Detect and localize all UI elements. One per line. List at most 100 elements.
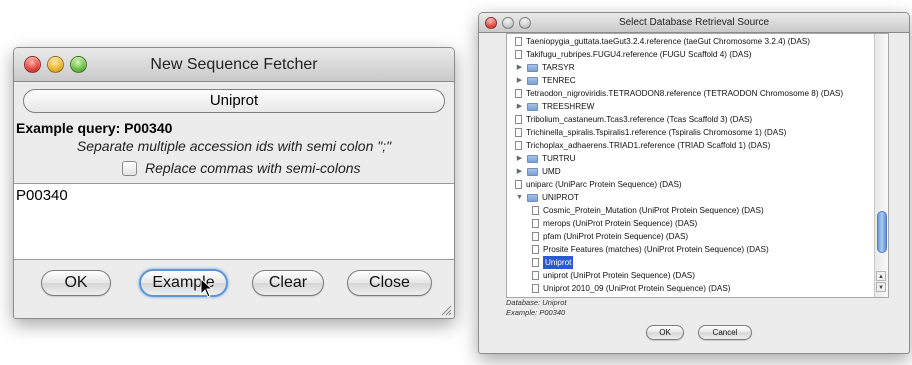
tree-item-label: Cosmic_Protein_Mutation (UniProt Protein… <box>543 206 764 215</box>
tree-item[interactable]: Uniprot 2010_09 (UniProt Protein Sequenc… <box>532 282 731 295</box>
tree-item-label: TARSYR <box>542 63 575 72</box>
tree-item-label: Tribolium_castaneum.Tcas3.reference (Tca… <box>526 115 753 124</box>
tree-folder[interactable]: ▼ UNIPROT <box>515 191 579 204</box>
database-source-window: Select Database Retrieval Source Taeniop… <box>478 12 910 354</box>
expand-arrow-icon[interactable]: ▶ <box>515 165 524 178</box>
separator-hint: Separate multiple accession ids with sem… <box>76 138 392 154</box>
window-controls <box>24 48 87 81</box>
tree-folder[interactable]: ▶ TARSYR <box>515 61 575 74</box>
expand-arrow-icon[interactable]: ▶ <box>515 100 524 113</box>
tree-item[interactable]: pfam (UniProt Protein Sequence) (DAS) <box>532 230 688 243</box>
window-controls <box>485 13 531 32</box>
sequence-fetcher-window: New Sequence Fetcher Uniprot Example que… <box>13 47 455 319</box>
document-icon <box>515 141 522 150</box>
zoom-window-icon[interactable] <box>70 56 87 73</box>
document-icon <box>515 115 522 124</box>
tree-folder[interactable]: ▶ TREESHREW <box>515 100 595 113</box>
tree-item[interactable]: Prosite Features (matches) (UniProt Prot… <box>532 243 769 256</box>
folder-icon <box>527 76 538 85</box>
tree-item-label: TREESHREW <box>542 102 595 111</box>
collapse-arrow-icon[interactable]: ▼ <box>515 191 524 204</box>
ok-button[interactable]: OK <box>646 325 684 340</box>
replace-commas-label: Replace commas with semi-colons <box>145 160 361 176</box>
tree-folder[interactable]: ▶ UMD <box>515 165 561 178</box>
close-window-icon[interactable] <box>24 56 41 73</box>
zoom-window-icon[interactable] <box>519 16 531 29</box>
tree-item-label: merops (UniProt Protein Sequence) (DAS) <box>543 219 698 228</box>
resize-grip-icon[interactable] <box>440 304 452 316</box>
document-icon <box>532 271 539 280</box>
tree-item-label: Uniprot <box>543 256 574 269</box>
document-icon <box>515 50 522 59</box>
expand-arrow-icon[interactable]: ▶ <box>515 74 524 87</box>
database-source-button[interactable]: Uniprot <box>23 89 445 113</box>
tree-item-label: Trichoplax_adhaerens.TRIAD1.reference (T… <box>526 141 771 150</box>
dbsource-titlebar[interactable]: Select Database Retrieval Source <box>479 13 909 33</box>
document-icon <box>515 128 522 137</box>
tree-item-label: TENREC <box>542 76 576 85</box>
tree-scrollbar[interactable]: ▲ ▼ <box>874 34 888 297</box>
document-icon <box>515 180 522 189</box>
tree-item[interactable]: Takifugu_rubripes.FUGU4.reference (FUGU … <box>515 48 752 61</box>
tree-item-label: Trichinella_spiralis.Tspiralis1.referenc… <box>526 128 787 137</box>
document-icon <box>532 219 539 228</box>
tree-item[interactable]: uniprot (UniProt Protein Sequence) (DAS) <box>532 269 695 282</box>
replace-commas-checkbox[interactable] <box>122 160 137 176</box>
clear-button[interactable]: Clear <box>252 270 324 296</box>
document-icon <box>532 245 539 254</box>
minimize-window-icon[interactable] <box>47 56 64 73</box>
expand-arrow-icon[interactable]: ▶ <box>515 61 524 74</box>
selected-database-label: Database: Uniprot <box>506 298 567 307</box>
scroll-down-arrow-icon[interactable]: ▼ <box>876 282 886 292</box>
expand-arrow-icon[interactable]: ▶ <box>515 152 524 165</box>
tree-item[interactable]: Trichoplax_adhaerens.TRIAD1.reference (T… <box>515 139 770 152</box>
scroll-up-arrow-icon[interactable]: ▲ <box>876 271 886 281</box>
document-icon <box>532 284 539 293</box>
folder-icon <box>527 154 538 163</box>
folder-icon <box>527 102 538 111</box>
document-icon <box>532 232 539 241</box>
tree-item-label: UNIPROT <box>542 193 579 202</box>
tree-item[interactable]: Uniprot <box>532 256 574 269</box>
close-window-icon[interactable] <box>485 16 497 29</box>
example-query-label: Example query: P00340 <box>16 120 173 136</box>
tree-item[interactable]: Tribolium_castaneum.Tcas3.reference (Tca… <box>515 113 752 126</box>
folder-icon <box>527 167 538 176</box>
folder-icon <box>527 193 538 202</box>
tree-folder[interactable]: ▶ TENREC <box>515 74 576 87</box>
tree-item-label: Tetraodon_nigroviridis.TETRAODON8.refere… <box>526 89 844 98</box>
tree-item[interactable]: Tetraodon_nigroviridis.TETRAODON8.refere… <box>515 87 843 100</box>
tree-item[interactable]: Taeniopygia_guttata.taeGut3.2.4.referenc… <box>515 35 810 48</box>
document-icon <box>532 206 539 215</box>
fetcher-title: New Sequence Fetcher <box>150 56 318 73</box>
mouse-cursor-icon <box>200 278 214 298</box>
replace-commas-option[interactable]: Replace commas with semi-colons <box>122 160 361 176</box>
tree-item-label: UMD <box>542 167 561 176</box>
minimize-window-icon[interactable] <box>502 16 514 29</box>
cancel-button[interactable]: Cancel <box>698 325 752 340</box>
tree-item-label: Taeniopygia_guttata.taeGut3.2.4.referenc… <box>526 37 810 46</box>
scrollbar-thumb[interactable] <box>877 211 887 253</box>
fetcher-button-bar: OK Example Clear Close <box>14 269 454 300</box>
dbsource-title: Select Database Retrieval Source <box>618 17 770 28</box>
tree-item[interactable]: uniparc (UniParc Protein Sequence) (DAS) <box>515 178 682 191</box>
tree-item-label: uniprot (UniProt Protein Sequence) (DAS) <box>543 271 695 280</box>
tree-item-label: Prosite Features (matches) (UniProt Prot… <box>543 245 769 254</box>
selected-example-label: Example: P00340 <box>506 308 566 317</box>
tree-item[interactable]: merops (UniProt Protein Sequence) (DAS) <box>532 217 697 230</box>
tree-item-label: pfam (UniProt Protein Sequence) (DAS) <box>543 232 689 241</box>
tree-item-label: uniparc (UniParc Protein Sequence) (DAS) <box>526 180 682 189</box>
tree-folder[interactable]: ▶ TURTRU <box>515 152 576 165</box>
fetcher-titlebar[interactable]: New Sequence Fetcher <box>14 48 454 82</box>
example-button[interactable]: Example <box>139 269 228 297</box>
ok-button[interactable]: OK <box>41 270 111 296</box>
tree-item[interactable]: Cosmic_Protein_Mutation (UniProt Protein… <box>532 204 764 217</box>
document-icon <box>515 89 522 98</box>
database-tree[interactable]: Taeniopygia_guttata.taeGut3.2.4.referenc… <box>506 33 889 298</box>
tree-item-label: Uniprot 2010_09 (UniProt Protein Sequenc… <box>543 284 731 293</box>
document-icon <box>532 258 539 267</box>
tree-item[interactable]: Trichinella_spiralis.Tspiralis1.referenc… <box>515 126 786 139</box>
close-button[interactable]: Close <box>347 270 432 296</box>
accession-query-textarea[interactable]: P00340 <box>14 183 454 260</box>
tree-item-label: Takifugu_rubripes.FUGU4.reference (FUGU … <box>526 50 752 59</box>
